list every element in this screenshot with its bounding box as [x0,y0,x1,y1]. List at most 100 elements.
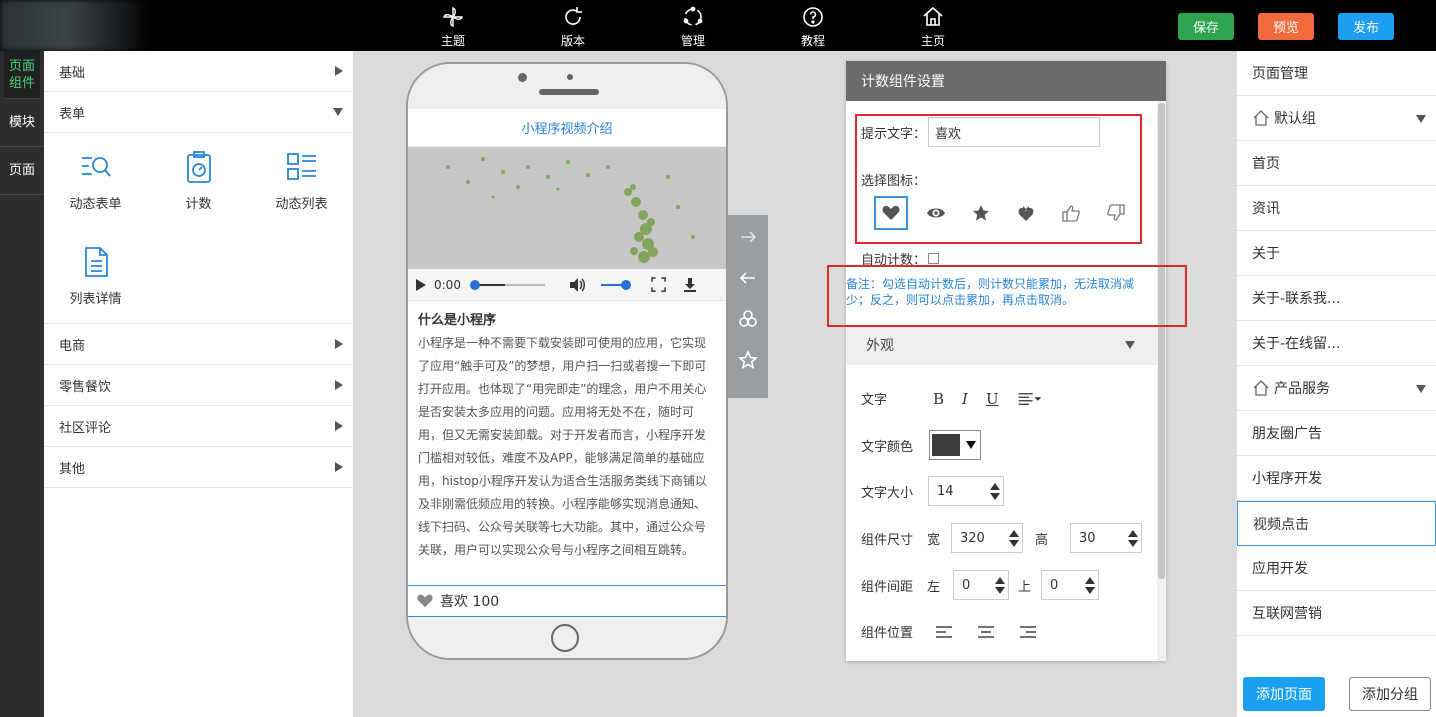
underline-button[interactable]: U [986,390,999,408]
page-item[interactable]: 首页 [1237,141,1436,186]
page-item[interactable]: 关于-在线留... [1237,321,1436,366]
left-label: 左 [927,579,941,595]
italic-button[interactable]: I [962,390,968,408]
category-basic[interactable]: 基础 [44,51,353,92]
appearance-section[interactable]: 外观 [846,325,1157,365]
like-counter-component[interactable]: 喜欢 100 [408,585,726,617]
tab-modules[interactable]: 模块 [0,99,44,147]
align-center-icon[interactable] [977,625,995,639]
scroll-thumb[interactable] [1158,103,1165,579]
category-label: 零售餐饮 [59,379,112,395]
page-group-products[interactable]: 产品服务 [1237,366,1436,411]
page-group-default[interactable]: 默认组 [1237,96,1436,141]
volume-slider[interactable] [600,279,631,290]
width-label: 宽 [927,532,941,548]
component-size-row: 组件尺寸 宽 320 高 30 [861,523,1142,553]
font-size-stepper[interactable]: 14 [928,476,1004,506]
bold-button[interactable]: B [933,390,944,408]
progress-slider[interactable] [469,279,545,290]
component-list-detail[interactable]: 列表详情 [44,228,147,323]
text-label: 文字 [861,393,888,408]
component-spacing-row: 组件间距 左 0 上 0 [861,570,1099,600]
favorite-button[interactable] [728,341,768,379]
text-color-label: 文字颜色 [861,439,914,455]
nav-home[interactable]: 主页 [903,0,963,51]
component-counter[interactable]: 计数 [147,133,250,228]
text-color-row: 文字颜色 [861,430,981,460]
stepper-arrows[interactable] [992,571,1008,599]
add-page-button[interactable]: 添加页面 [1243,677,1325,711]
page-item[interactable]: 朋友圈广告 [1237,411,1436,456]
text-color-picker[interactable] [929,430,981,460]
component-label: 列表详情 [69,292,122,307]
top-label: 上 [1018,579,1032,595]
left-spacing-stepper[interactable]: 0 [953,570,1009,600]
chevron-right-icon [335,421,343,431]
video-player[interactable] [408,147,726,269]
move-right-button[interactable] [728,218,768,256]
home-icon [1253,380,1269,396]
download-icon[interactable] [682,277,698,293]
tab-page-components[interactable]: 页面组件 [4,51,40,99]
page-item[interactable]: 关于-联系我... [1237,276,1436,321]
align-dropdown-icon[interactable] [1017,392,1043,406]
copy-button[interactable] [728,300,768,338]
page-item-active[interactable]: 视频点击 [1237,501,1436,546]
video-time: 0:00 [434,277,461,292]
category-retail[interactable]: 零售餐饮 [44,365,353,406]
page-item[interactable]: 互联网营销 [1237,591,1436,636]
component-dynamic-form[interactable]: 动态表单 [44,133,147,228]
chevron-right-icon [335,339,343,349]
stepper-arrows[interactable] [987,477,1003,505]
form-component-grid: 动态表单 计数 动态列表 列表详情 [44,133,353,324]
save-button[interactable]: 保存 [1178,13,1234,40]
text-format-row: 文字 B I U [861,389,1043,408]
stepper-arrows[interactable] [1082,571,1098,599]
page-item[interactable]: 应用开发 [1237,546,1436,591]
category-label: 电商 [59,338,86,354]
stepper-arrows[interactable] [1006,524,1022,552]
volume-icon[interactable] [567,275,587,295]
height-stepper[interactable]: 30 [1070,523,1142,553]
category-other[interactable]: 其他 [44,447,353,488]
preview-button[interactable]: 预览 [1258,13,1314,40]
category-label: 基础 [59,65,86,81]
height-value: 30 [1079,530,1096,546]
page-item[interactable]: 关于 [1237,231,1436,276]
nav-tutorial[interactable]: 教程 [783,0,843,51]
nav-theme[interactable]: 主题 [423,0,483,51]
circle-dots-icon [683,6,703,26]
component-dynamic-list[interactable]: 动态列表 [250,133,353,228]
chevron-down-icon [1125,341,1135,349]
sensor [567,74,573,80]
top-bar: 主题 版本 管理 教程 主页 保存 预览 发布 [0,0,1436,51]
size-label: 组件尺寸 [861,532,914,548]
stepper-arrows[interactable] [1125,524,1141,552]
fullscreen-icon[interactable] [651,277,666,292]
group-label: 默认组 [1274,111,1316,127]
width-stepper[interactable]: 320 [951,523,1023,553]
align-right-icon[interactable] [1019,625,1037,639]
page-item[interactable]: 资讯 [1237,186,1436,231]
move-left-button[interactable] [728,259,768,297]
tab-pages[interactable]: 页面 [0,147,44,195]
page-item[interactable]: 小程序开发 [1237,456,1436,501]
nav-manage[interactable]: 管理 [663,0,723,51]
group-label: 产品服务 [1274,381,1330,397]
component-label: 动态表单 [69,197,122,212]
phone-screen: 小程序视频介绍 0:00 什么是小程序 小程序是一种不需要下载安装即可使用的应用… [408,109,726,617]
auto-count-checkbox[interactable] [928,253,940,264]
chevron-right-icon [335,66,343,76]
arrow-right-icon [741,231,757,243]
category-form[interactable]: 表单 [44,92,353,133]
top-spacing-stepper[interactable]: 0 [1041,570,1099,600]
category-ecommerce[interactable]: 电商 [44,324,353,365]
nav-version[interactable]: 版本 [543,0,603,51]
play-icon[interactable] [416,278,426,291]
add-group-button[interactable]: 添加分组 [1349,677,1431,711]
publish-button[interactable]: 发布 [1338,13,1394,40]
settings-scrollbar[interactable] [1157,101,1166,661]
align-left-icon[interactable] [935,625,953,639]
category-label: 社区评论 [59,420,112,436]
category-community[interactable]: 社区评论 [44,406,353,447]
